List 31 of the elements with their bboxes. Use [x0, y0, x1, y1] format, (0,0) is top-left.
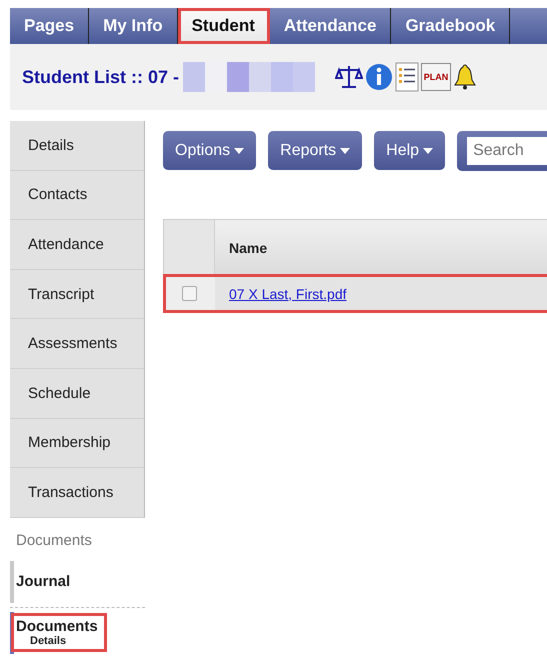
caret-icon	[423, 148, 434, 154]
sidebar-item[interactable]: Transactions	[10, 468, 145, 518]
menu-button[interactable]: Help	[374, 131, 446, 170]
section-label: Documents	[15, 530, 93, 551]
sidebar-item[interactable]: Schedule	[10, 368, 145, 419]
sidebar-subitem[interactable]: Journal	[10, 560, 145, 603]
caret-icon	[340, 148, 350, 154]
caret-icon	[234, 148, 244, 154]
sidebar-item[interactable]: Membership	[10, 418, 145, 468]
file-link[interactable]: 07 X Last, First.pdf	[215, 275, 346, 312]
menu-button[interactable]: Options	[163, 131, 256, 170]
menu-button[interactable]: Reports	[268, 131, 362, 170]
sidebar-subitem[interactable]: Documents Details	[10, 612, 145, 654]
subitem-label[interactable]: Journal	[14, 571, 76, 592]
sidebar-item[interactable]: Attendance	[10, 220, 145, 270]
search-field[interactable]: Search	[457, 131, 547, 171]
list-document-icon[interactable]	[395, 62, 419, 92]
sidebar-item[interactable]: Contacts	[10, 170, 145, 220]
bell-icon[interactable]	[453, 63, 477, 91]
plan-document-icon[interactable]: PLAN	[421, 63, 451, 91]
row-checkbox[interactable]	[182, 286, 197, 301]
table-row[interactable]: 07 X Last, First.pdf	[164, 275, 547, 312]
subitem-label[interactable]: Documents Details	[14, 616, 104, 650]
sidebar-item[interactable]: Assessments	[10, 319, 145, 369]
sidebar-item[interactable]: Details	[10, 121, 145, 171]
column-header[interactable]: Name	[215, 220, 268, 275]
page-title: Student List :: 07 -	[22, 66, 179, 88]
scales-icon[interactable]	[335, 63, 363, 91]
info-icon[interactable]	[365, 63, 393, 91]
nav-tab[interactable]: Student	[178, 8, 270, 44]
sidebar-item[interactable]: Transcript	[10, 270, 145, 320]
